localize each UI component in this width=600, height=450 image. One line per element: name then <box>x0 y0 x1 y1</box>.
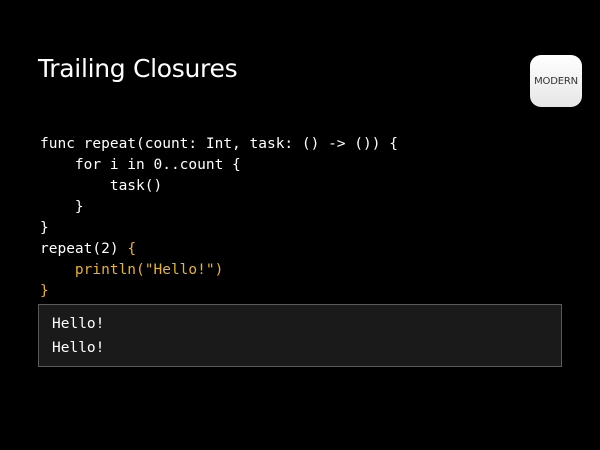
output-line: Hello! <box>52 340 105 356</box>
code-line: for i in 0..count { <box>40 155 398 176</box>
code-block: func repeat(count: Int, task: () -> ()) … <box>40 134 398 302</box>
code-text: task() <box>40 178 163 194</box>
code-line-highlighted: println("Hello!") <box>40 260 398 281</box>
modern-badge: MODERN <box>530 55 582 107</box>
code-line: } <box>40 218 398 239</box>
console-output: Hello! Hello! <box>38 304 562 367</box>
code-text: println("Hello!") <box>40 262 224 278</box>
code-text: func repeat(count: Int, task: () -> ()) … <box>40 136 398 152</box>
code-line: repeat(2) { <box>40 239 398 260</box>
code-text: } <box>40 199 84 215</box>
code-text: for i in 0..count { <box>40 157 241 173</box>
modern-badge-label: MODERN <box>534 75 578 87</box>
code-text: } <box>40 220 49 236</box>
code-line: func repeat(count: Int, task: () -> ()) … <box>40 134 398 155</box>
code-line: } <box>40 197 398 218</box>
output-line: Hello! <box>52 316 105 332</box>
code-text: repeat(2) <box>40 241 128 257</box>
code-line-highlighted: } <box>40 281 398 302</box>
slide: Trailing Closures MODERN func repeat(cou… <box>0 0 600 450</box>
code-line: task() <box>40 176 398 197</box>
closure-open-brace: { <box>127 241 137 257</box>
slide-title: Trailing Closures <box>38 54 238 83</box>
code-text: } <box>40 283 49 299</box>
